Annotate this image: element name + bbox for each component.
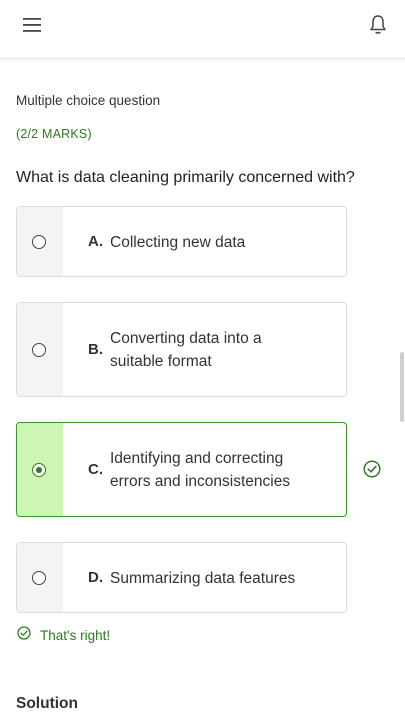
- radio-button[interactable]: [32, 343, 46, 357]
- option-text-line-1: Converting data into a: [110, 330, 262, 347]
- question-text: What is data cleaning primarily concerne…: [16, 169, 355, 186]
- option-c[interactable]: C. Identifying and correcting errors and…: [16, 422, 347, 517]
- option-text-line-2: errors and inconsistencies: [110, 473, 291, 490]
- radio-button[interactable]: [32, 235, 46, 249]
- option-d[interactable]: D. Summarizing data features: [16, 542, 347, 613]
- check-circle-icon: [363, 460, 381, 478]
- top-bar: [0, 0, 405, 59]
- check-circle-icon: [17, 626, 31, 640]
- bell-icon[interactable]: [369, 14, 387, 36]
- option-a[interactable]: A. Collecting new data: [16, 206, 347, 277]
- scrollbar[interactable]: [400, 352, 404, 422]
- option-text-line-2: suitable format: [110, 353, 212, 370]
- question-type-label: Multiple choice question: [16, 93, 161, 108]
- option-letter: D.: [88, 569, 103, 586]
- option-b[interactable]: B. Converting data into a suitable forma…: [16, 302, 347, 397]
- option-letter: C.: [88, 461, 103, 478]
- radio-button-selected[interactable]: [32, 463, 46, 477]
- option-text: Collecting new data: [110, 234, 246, 251]
- hamburger-menu-icon[interactable]: [22, 16, 42, 34]
- option-text: Summarizing data features: [110, 570, 296, 587]
- solution-heading: Solution: [16, 695, 78, 712]
- marks-label: (2/2 MARKS): [16, 127, 92, 141]
- radio-button[interactable]: [32, 571, 46, 585]
- option-letter: A.: [88, 233, 103, 250]
- feedback-text: That's right!: [40, 628, 111, 643]
- option-text-line-1: Identifying and correcting: [110, 450, 284, 467]
- option-letter: B.: [88, 341, 103, 358]
